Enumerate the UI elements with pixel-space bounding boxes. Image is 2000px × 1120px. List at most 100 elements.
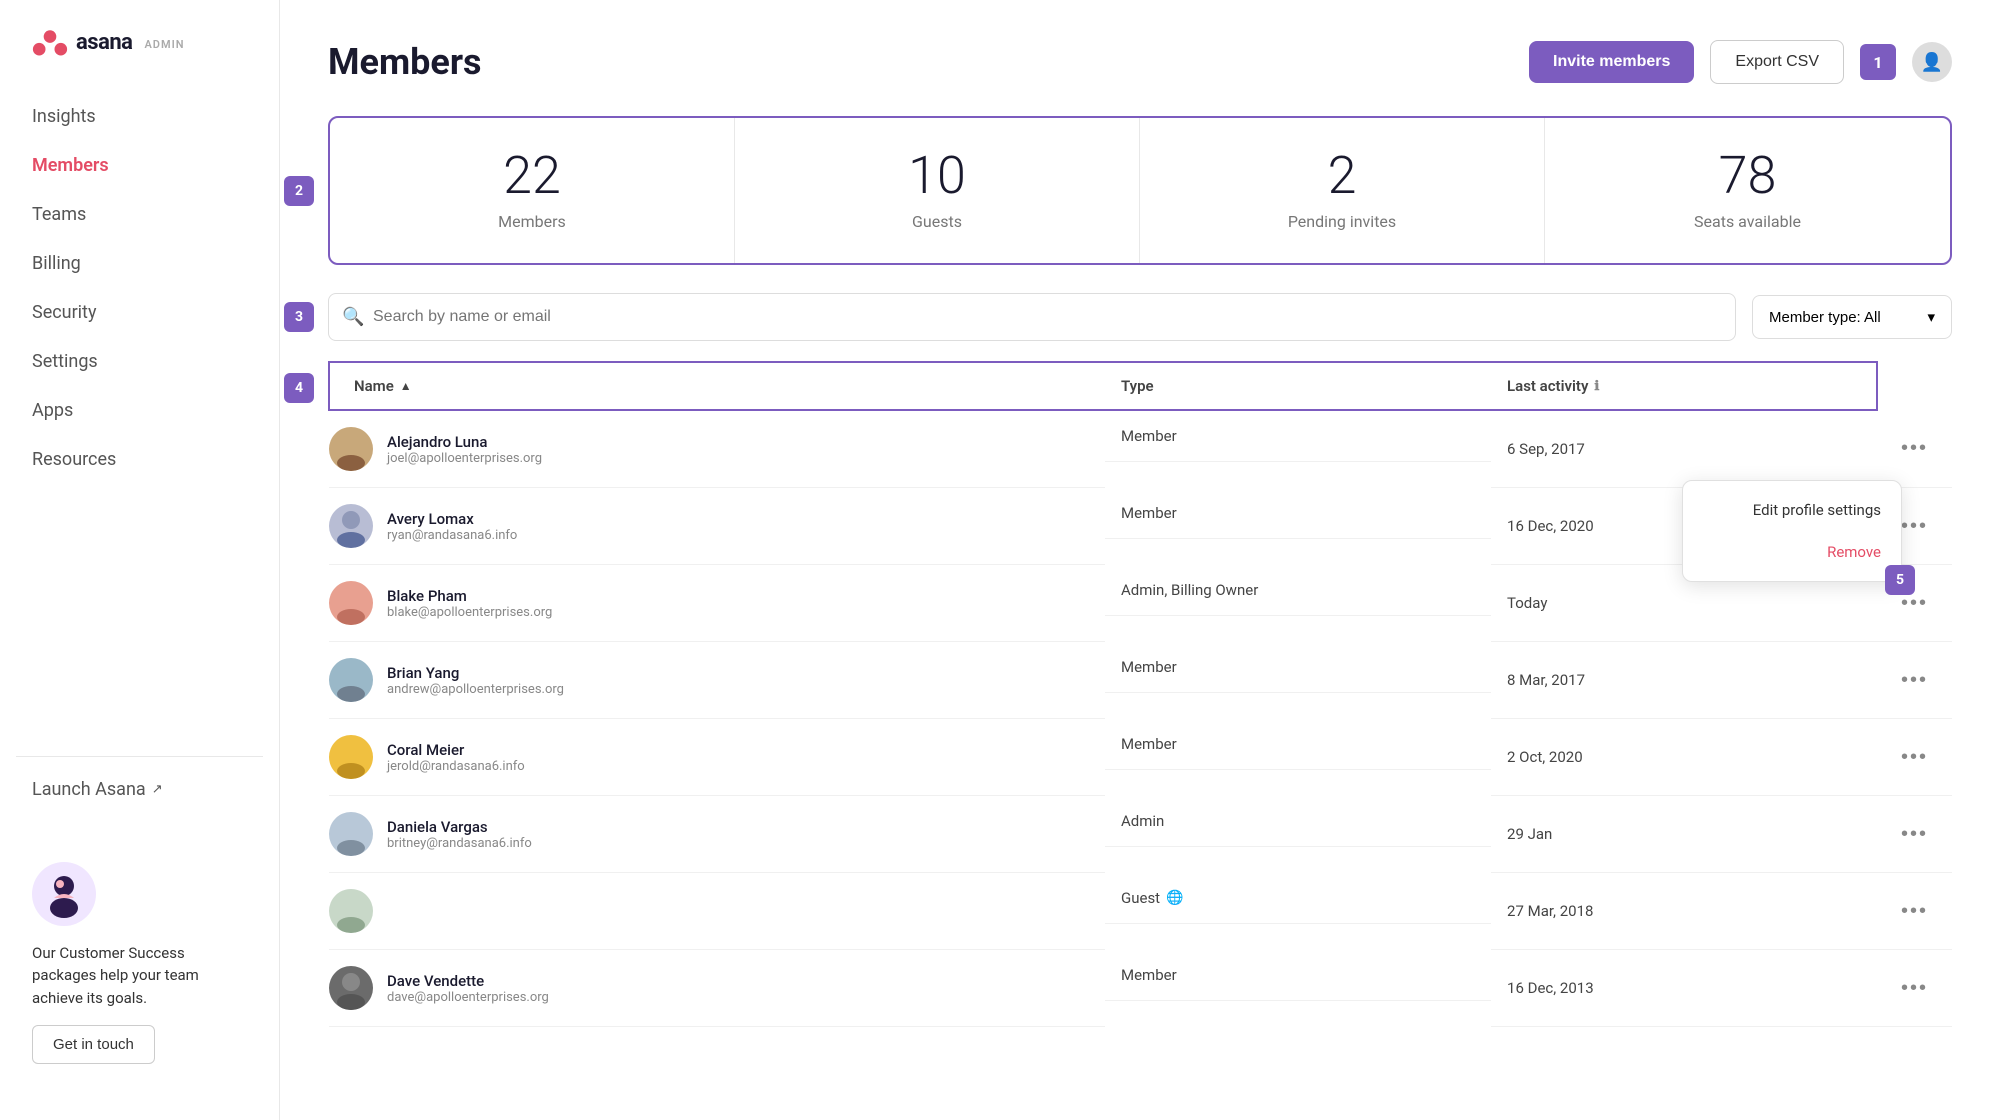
- sidebar-item-members[interactable]: Members: [16, 141, 263, 190]
- remove-menu-item[interactable]: Remove: [1683, 531, 1901, 573]
- avatar: [329, 812, 373, 856]
- invite-members-button[interactable]: Invite members: [1529, 41, 1694, 83]
- logo-area: asana ADMIN: [0, 24, 279, 92]
- get-in-touch-button[interactable]: Get in touch: [32, 1025, 155, 1064]
- row-actions: •••: [1877, 950, 1952, 1027]
- member-type: Admin, Billing Owner: [1105, 565, 1491, 616]
- member-email: jerold@randasana6.info: [387, 759, 525, 774]
- row-actions: ••• Edit profile settings Remove 5: [1877, 488, 1952, 565]
- member-type: Member: [1105, 488, 1491, 539]
- table-header: Name ▲ Type Last activity ℹ: [329, 362, 1952, 410]
- member-type: Member: [1105, 411, 1491, 462]
- promo-text: Our Customer Success packages help your …: [32, 942, 247, 1010]
- avatar: [329, 735, 373, 779]
- member-name: Alejandro Luna: [387, 433, 542, 451]
- step-badge-5: 5: [1885, 565, 1915, 595]
- guests-count: 10: [759, 150, 1115, 202]
- sidebar-item-resources[interactable]: Resources: [16, 435, 263, 484]
- member-email: andrew@apolloenterprises.org: [387, 682, 564, 697]
- search-section: 3 🔍 Member type: All ▾: [328, 293, 1952, 341]
- member-type: Member: [1105, 719, 1491, 770]
- pending-count: 2: [1164, 150, 1520, 202]
- member-name: Daniela Vargas: [387, 818, 532, 836]
- avatar: [329, 504, 373, 548]
- sidebar-divider: [16, 756, 263, 757]
- avatar: [329, 658, 373, 702]
- avatar: [329, 966, 373, 1010]
- last-activity: 29 Jan: [1491, 796, 1877, 873]
- external-link-icon: ↗: [152, 782, 163, 797]
- member-name: Dave Vendette: [387, 972, 549, 990]
- stats-section: 2 22 Members 10 Guests 2 Pending invites…: [328, 116, 1952, 265]
- member-cell: Dave Vendette dave@apolloenterprises.org: [329, 966, 1089, 1010]
- stat-pending: 2 Pending invites: [1140, 118, 1545, 263]
- app-name: asana: [76, 30, 132, 55]
- sidebar-item-apps[interactable]: Apps: [16, 386, 263, 435]
- member-type-filter[interactable]: Member type: All ▾: [1752, 295, 1952, 339]
- main-content: Members Invite members Export CSV 1 👤 2 …: [280, 0, 2000, 1120]
- row-actions: •••: [1877, 796, 1952, 873]
- row-actions: •••: [1877, 642, 1952, 719]
- user-avatar[interactable]: 👤: [1912, 42, 1952, 82]
- member-name: Brian Yang: [387, 664, 564, 682]
- notification-badge[interactable]: 1: [1860, 44, 1896, 80]
- row-more-button[interactable]: •••: [1893, 742, 1936, 773]
- search-icon: 🔍: [342, 307, 364, 328]
- row-more-button[interactable]: •••: [1893, 973, 1936, 1004]
- member-name: Coral Meier: [387, 741, 525, 759]
- member-type: Member: [1105, 642, 1491, 693]
- table-row: Dave Vendette dave@apolloenterprises.org…: [329, 950, 1952, 1027]
- sidebar-item-billing[interactable]: Billing: [16, 239, 263, 288]
- search-wrapper: 🔍: [328, 293, 1736, 341]
- member-cell: Avery Lomax ryan@randasana6.info: [329, 504, 1089, 548]
- col-name[interactable]: Name ▲: [329, 362, 1105, 410]
- member-type: Member: [1105, 950, 1491, 1001]
- globe-icon: 🌐: [1166, 890, 1183, 906]
- member-name: Avery Lomax: [387, 510, 517, 528]
- table-row: Guest 🌐 27 Mar, 2018 •••: [329, 873, 1952, 950]
- launch-asana-link[interactable]: Launch Asana ↗: [0, 765, 279, 814]
- stat-seats: 78 Seats available: [1545, 118, 1950, 263]
- member-email: [387, 913, 391, 928]
- context-menu: Edit profile settings Remove 5: [1682, 480, 1902, 582]
- seats-count: 78: [1569, 150, 1926, 202]
- step-badge-2: 2: [284, 176, 314, 206]
- pending-label: Pending invites: [1164, 212, 1520, 231]
- table-row: Avery Lomax ryan@randasana6.info Member …: [329, 488, 1952, 565]
- page-title: Members: [328, 41, 482, 83]
- export-csv-button[interactable]: Export CSV: [1710, 40, 1844, 84]
- avatar: [329, 427, 373, 471]
- table-row: Daniela Vargas britney@randasana6.info A…: [329, 796, 1952, 873]
- sidebar-item-teams[interactable]: Teams: [16, 190, 263, 239]
- member-type: Guest 🌐: [1105, 873, 1491, 924]
- row-more-button[interactable]: •••: [1893, 819, 1936, 850]
- sidebar-item-settings[interactable]: Settings: [16, 337, 263, 386]
- last-activity: 6 Sep, 2017: [1491, 410, 1877, 488]
- row-more-button[interactable]: •••: [1893, 665, 1936, 696]
- member-cell: Coral Meier jerold@randasana6.info: [329, 735, 1089, 779]
- row-more-button[interactable]: •••: [1893, 433, 1936, 464]
- member-cell: Daniela Vargas britney@randasana6.info: [329, 812, 1089, 856]
- seats-label: Seats available: [1569, 212, 1926, 231]
- sidebar-item-insights[interactable]: Insights: [16, 92, 263, 141]
- col-last-activity[interactable]: Last activity ℹ: [1491, 362, 1877, 410]
- sidebar-item-security[interactable]: Security: [16, 288, 263, 337]
- member-email: ryan@randasana6.info: [387, 528, 517, 543]
- col-type[interactable]: Type: [1105, 362, 1491, 410]
- member-cell: Alejandro Luna joel@apolloenterprises.or…: [329, 427, 1089, 471]
- row-more-button[interactable]: •••: [1893, 896, 1936, 927]
- sidebar: asana ADMIN Insights Members Teams Billi…: [0, 0, 280, 1120]
- edit-profile-menu-item[interactable]: Edit profile settings: [1683, 489, 1901, 531]
- sort-icon: ▲: [400, 379, 412, 393]
- last-activity: 8 Mar, 2017: [1491, 642, 1877, 719]
- table-row: Brian Yang andrew@apolloenterprises.org …: [329, 642, 1952, 719]
- last-activity: 16 Dec, 2013: [1491, 950, 1877, 1027]
- promo-avatar: [32, 862, 96, 926]
- search-input[interactable]: [328, 293, 1736, 341]
- row-actions: •••: [1877, 410, 1952, 488]
- row-actions: •••: [1877, 873, 1952, 950]
- last-activity: 27 Mar, 2018: [1491, 873, 1877, 950]
- member-email: joel@apolloenterprises.org: [387, 451, 542, 466]
- info-icon: ℹ: [1594, 379, 1599, 394]
- sidebar-nav: Insights Members Teams Billing Security …: [0, 92, 279, 748]
